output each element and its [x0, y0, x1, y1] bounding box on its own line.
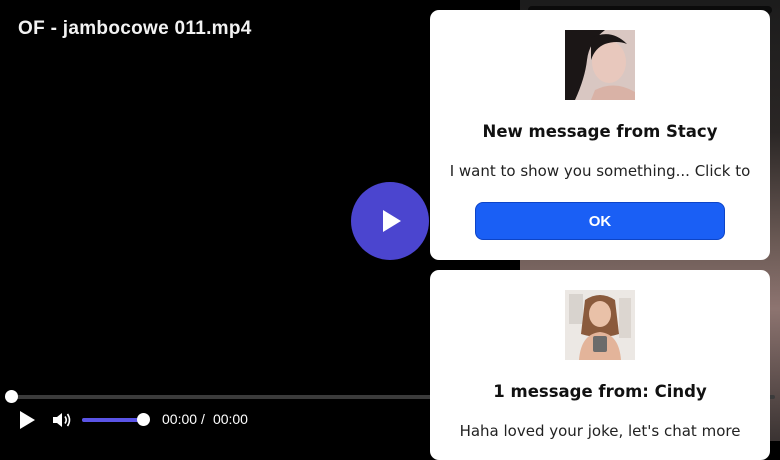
big-play-button[interactable] [351, 182, 429, 260]
time-separator: / [201, 411, 205, 427]
avatar [565, 30, 635, 100]
volume-icon[interactable] [52, 411, 72, 429]
popup-title: 1 message from: Cindy [493, 382, 707, 401]
volume-slider[interactable] [82, 418, 144, 422]
ok-button[interactable]: OK [475, 202, 725, 240]
duration: 00:00 [212, 411, 248, 427]
notification-popup-cindy[interactable]: 1 message from: Cindy Haha loved your jo… [430, 270, 770, 460]
video-title: OF - jambocowe 011.mp4 [18, 18, 252, 39]
time-display: 00:00/00:00 [162, 411, 248, 427]
play-icon[interactable] [17, 410, 37, 430]
volume-slider-fill [82, 418, 144, 422]
popup-message: Haha loved your joke, let's chat more [459, 422, 741, 440]
current-time: 00:00 [162, 411, 198, 427]
volume-handle[interactable] [137, 413, 150, 426]
popup-message: I want to show you something... Click to [449, 162, 751, 180]
notification-popup-stacy[interactable]: New message from Stacy I want to show yo… [430, 10, 770, 260]
play-icon [383, 210, 401, 232]
seek-handle[interactable] [5, 390, 18, 403]
avatar [565, 290, 635, 360]
popup-title: New message from Stacy [482, 122, 718, 141]
